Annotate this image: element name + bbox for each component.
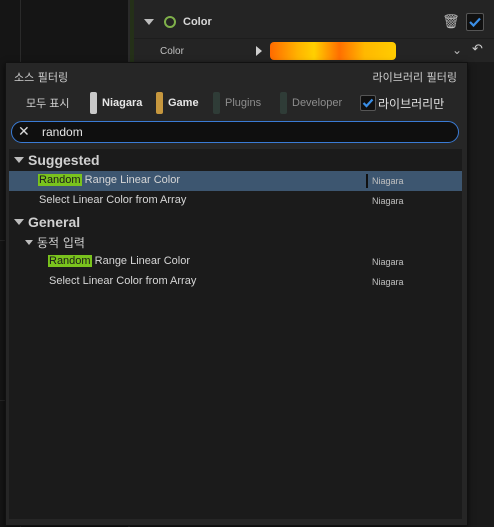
chip-swatch (280, 92, 287, 114)
checkmark-icon (469, 17, 481, 28)
subsection-dynamic-inputs[interactable]: 동적 입력 (9, 233, 85, 251)
library-only-checkbox[interactable] (360, 95, 376, 111)
source-filter-label: 소스 필터링 (14, 71, 69, 84)
search-box: ✕ (11, 121, 459, 143)
filters-header: 소스 필터링 라이브러리 필터링 (6, 63, 467, 87)
result-name: Random Range Linear Color (48, 255, 190, 267)
chevron-down-icon[interactable] (144, 19, 154, 25)
result-source: Niagara (372, 257, 404, 267)
play-icon[interactable] (256, 46, 262, 56)
result-rest: Select Linear Color from Array (39, 194, 187, 206)
result-item[interactable]: Random Range Linear Color Niagara (9, 252, 462, 272)
section-general[interactable]: General (9, 213, 80, 231)
chip-label: Developer (292, 97, 343, 109)
checkmark-icon (362, 98, 374, 108)
match-highlight: Random (48, 255, 92, 267)
section-suggested[interactable]: Suggested (9, 151, 100, 169)
result-name: Select Linear Color from Array (49, 275, 196, 287)
color-header-row[interactable]: Color 🗑 (134, 10, 494, 34)
section-label: Suggested (28, 152, 100, 168)
source-bar (366, 174, 368, 188)
details-panel: Color 🗑 Color ⌄ ↶ (134, 0, 494, 62)
section-label: General (28, 214, 81, 230)
subsection-label: 동적 입력 (37, 235, 85, 250)
trash-icon[interactable]: 🗑 (442, 13, 460, 31)
result-rest: Select Linear Color from Array (49, 275, 197, 287)
result-source: Niagara (372, 176, 404, 186)
match-highlight: Random (38, 174, 82, 186)
chip-swatch (213, 92, 220, 114)
chevron-down-icon[interactable] (14, 219, 24, 225)
chip-label: Niagara (102, 97, 143, 109)
action-menu-popup: 소스 필터링 라이브러리 필터링 모두 표시 Niagara Game Plug… (5, 62, 468, 526)
chip-swatch (156, 92, 163, 114)
color-header-label: Color (183, 16, 212, 28)
result-rest: Range Linear Color (81, 174, 181, 186)
chip-developer[interactable]: Developer (280, 92, 342, 114)
chip-game[interactable]: Game (156, 92, 199, 114)
chip-label: 모두 표시 (26, 98, 70, 110)
ring-icon (164, 16, 176, 28)
chip-label: Plugins (225, 97, 262, 109)
search-input[interactable] (42, 123, 442, 141)
results-tree[interactable]: Suggested Random Range Linear Color Niag… (9, 149, 462, 519)
source-filter-chips: 모두 표시 Niagara Game Plugins Developer 라이브… (6, 91, 467, 115)
color-value-label: Color (160, 45, 184, 57)
result-name: Select Linear Color from Array (39, 194, 186, 206)
chip-show-all[interactable]: 모두 표시 (26, 92, 70, 114)
result-rest: Range Linear Color (91, 255, 191, 267)
library-only-label[interactable]: 라이브러리만 (378, 95, 444, 112)
result-name: Random Range Linear Color (38, 174, 180, 186)
library-filter-label: 라이브러리 필터링 (372, 71, 457, 84)
result-item[interactable]: Random Range Linear Color Niagara (9, 171, 462, 191)
enable-checkbox[interactable] (466, 13, 484, 31)
chip-niagara[interactable]: Niagara (90, 92, 142, 114)
chevron-down-icon[interactable] (25, 239, 33, 245)
chip-label: Game (168, 97, 199, 109)
chip-swatch (90, 92, 97, 114)
undo-icon[interactable]: ↶ (472, 42, 483, 57)
clear-icon[interactable]: ✕ (18, 123, 30, 141)
chevron-down-icon[interactable]: ⌄ (452, 43, 462, 57)
result-source: Niagara (372, 277, 404, 287)
color-value-row: Color ⌄ ↶ (134, 38, 494, 63)
chip-plugins[interactable]: Plugins (213, 92, 261, 114)
color-gradient-swatch[interactable] (270, 42, 396, 60)
result-item[interactable]: Select Linear Color from Array Niagara (9, 272, 462, 292)
result-source: Niagara (372, 196, 404, 206)
chevron-down-icon[interactable] (14, 157, 24, 163)
result-item[interactable]: Select Linear Color from Array Niagara (9, 191, 462, 211)
